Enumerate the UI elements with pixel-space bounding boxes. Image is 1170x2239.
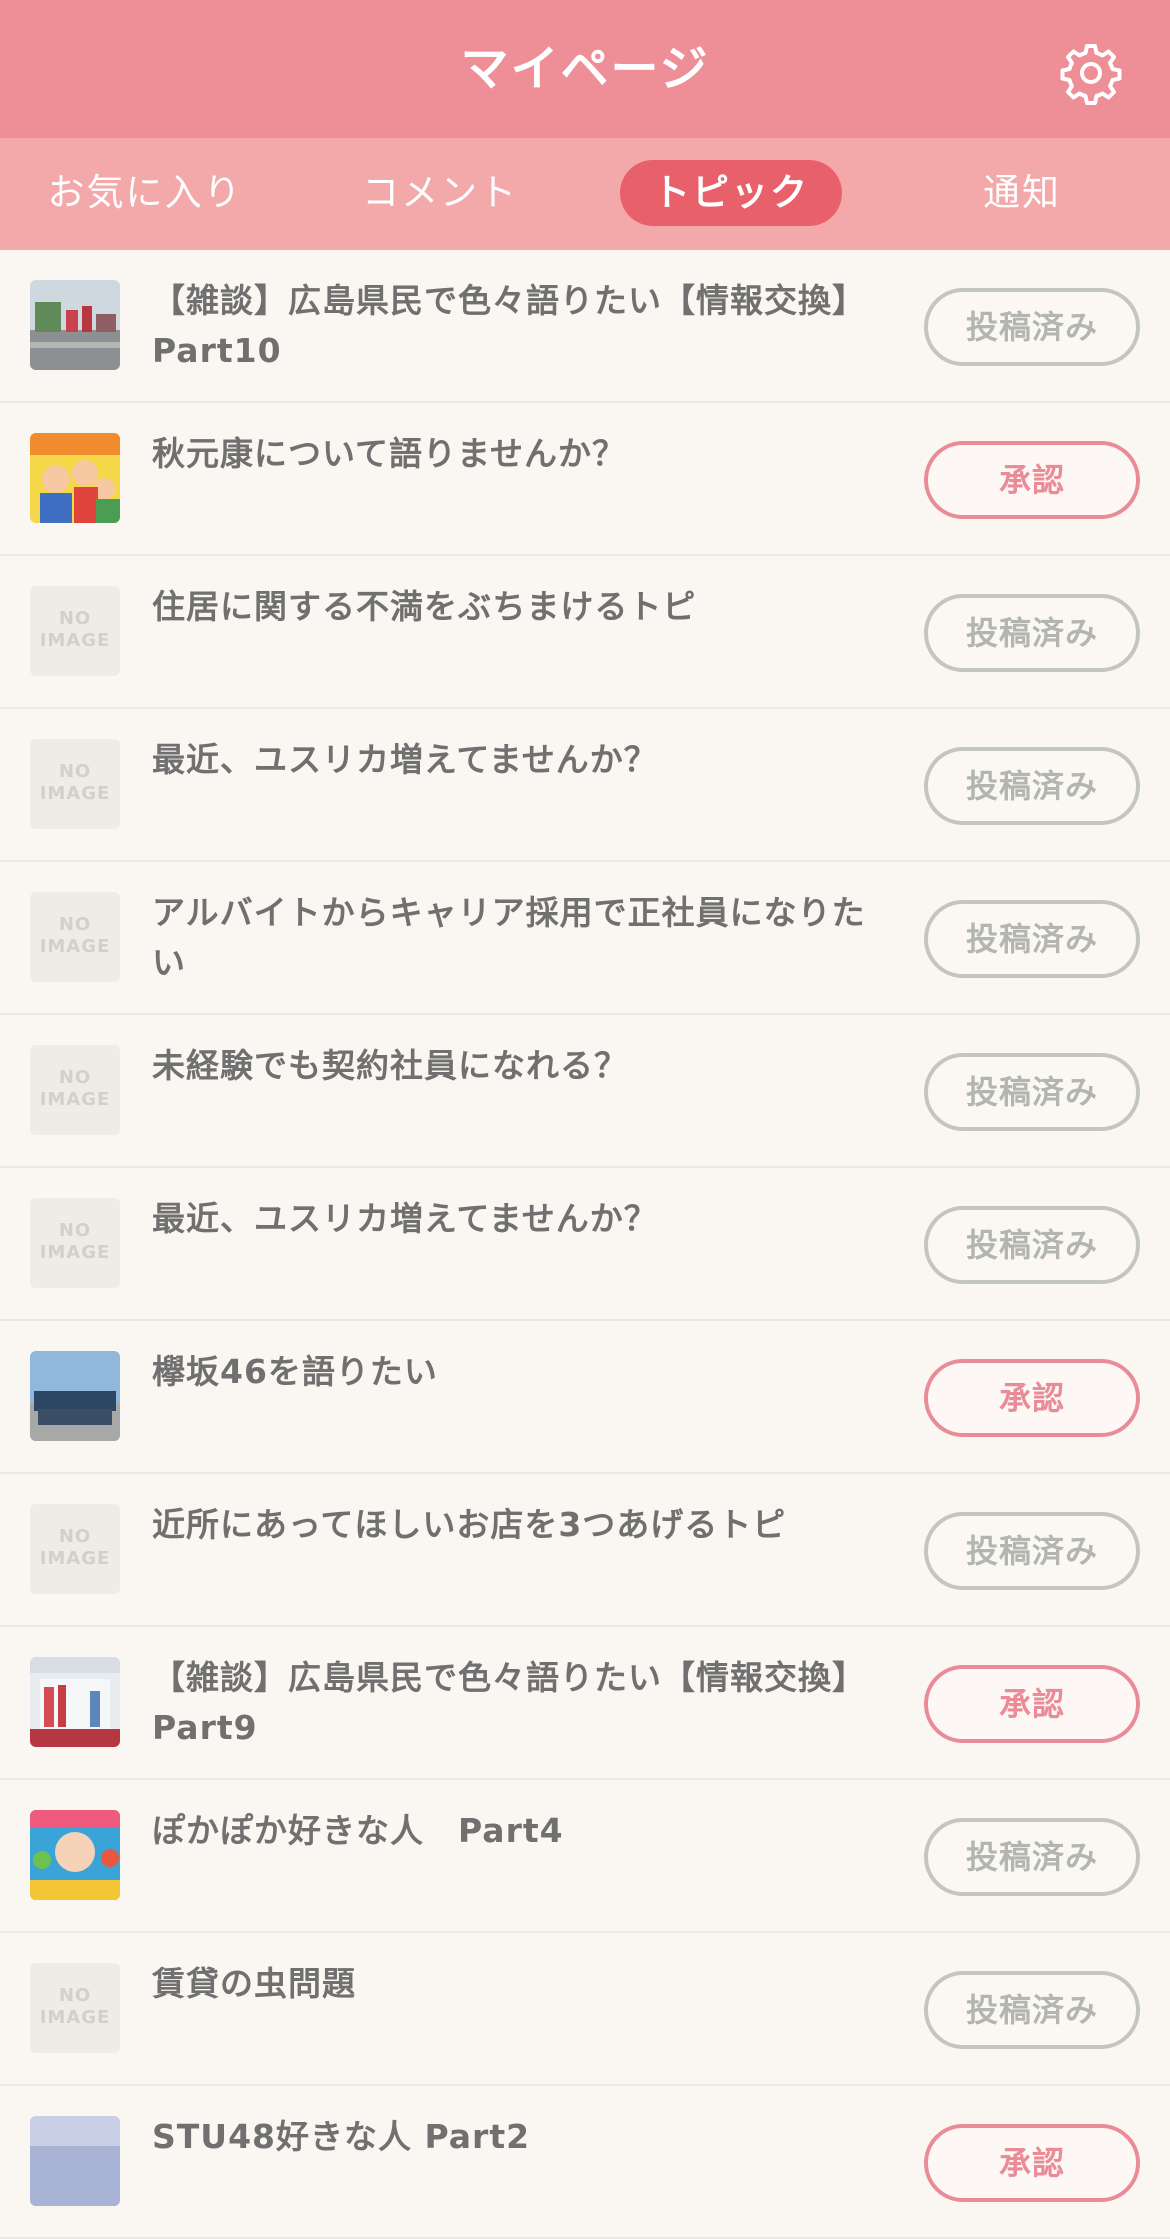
topic-title[interactable]: 住居に関する不満をぶちまけるトピ <box>152 582 882 632</box>
list-item[interactable]: NO IMAGE 住居に関する不満をぶちまけるトピ 投稿済み <box>0 556 1170 709</box>
no-image-placeholder: NO IMAGE <box>30 892 120 982</box>
approved-status-button[interactable]: 承認 <box>924 441 1140 519</box>
approved-status-button[interactable]: 承認 <box>924 2124 1140 2202</box>
no-image-placeholder: NO IMAGE <box>30 1045 120 1135</box>
topic-title[interactable]: ぽかぽか好きな人 Part4 <box>152 1806 882 1856</box>
no-image-line1: NO <box>58 1985 92 2006</box>
no-image-line2: IMAGE <box>39 2007 111 2028</box>
posted-status-button[interactable]: 投稿済み <box>924 1512 1140 1590</box>
app-header: マイページ <box>0 0 1170 138</box>
topic-thumbnail <box>30 280 120 370</box>
page-title: マイページ <box>460 41 710 97</box>
no-image-line1: NO <box>58 608 92 629</box>
list-item[interactable]: 欅坂46を語りたい 承認 <box>0 1321 1170 1474</box>
no-image-line1: NO <box>58 761 92 782</box>
no-image-placeholder: NO IMAGE <box>30 1504 120 1594</box>
no-image-line2: IMAGE <box>39 1089 111 1110</box>
posted-status-button[interactable]: 投稿済み <box>924 288 1140 366</box>
no-image-line1: NO <box>58 1526 92 1547</box>
no-image-line2: IMAGE <box>39 1242 111 1263</box>
list-item[interactable]: NO IMAGE アルバイトからキャリア採用で正社員になりたい 投稿済み <box>0 862 1170 1015</box>
list-item[interactable]: 秋元康について語りませんか？ 承認 <box>0 403 1170 556</box>
no-image-line2: IMAGE <box>39 630 111 651</box>
list-item[interactable]: NO IMAGE 最近、ユスリカ増えてませんか？ 投稿済み <box>0 709 1170 862</box>
no-image-placeholder: NO IMAGE <box>30 586 120 676</box>
topic-title[interactable]: 未経験でも契約社員になれる？ <box>152 1041 882 1091</box>
list-item[interactable]: NO IMAGE 最近、ユスリカ増えてませんか？ 投稿済み <box>0 1168 1170 1321</box>
topic-title[interactable]: 賃貸の虫問題 <box>152 1959 882 2009</box>
topic-title[interactable]: STU48好きな人 Part2 <box>152 2112 882 2162</box>
posted-status-button[interactable]: 投稿済み <box>924 747 1140 825</box>
no-image-line1: NO <box>58 1067 92 1088</box>
topic-title[interactable]: 【雑談】広島県民で色々語りたい【情報交換】Part9 <box>152 1653 882 1753</box>
topic-thumbnail <box>30 433 120 523</box>
topic-title[interactable]: 近所にあってほしいお店を3つあげるトピ <box>152 1500 882 1550</box>
list-item[interactable]: 【雑談】広島県民で色々語りたい【情報交換】Part9 承認 <box>0 1627 1170 1780</box>
list-item[interactable]: NO IMAGE 近所にあってほしいお店を3つあげるトピ 投稿済み <box>0 1474 1170 1627</box>
tab-favorites[interactable]: お気に入り <box>40 160 250 226</box>
tab-topics[interactable]: トピック <box>620 160 842 226</box>
topic-thumbnail <box>30 1351 120 1441</box>
approved-status-button[interactable]: 承認 <box>924 1665 1140 1743</box>
list-item[interactable]: 【雑談】広島県民で色々語りたい【情報交換】Part10 投稿済み <box>0 250 1170 403</box>
topic-title[interactable]: 最近、ユスリカ増えてませんか？ <box>152 1194 882 1244</box>
list-item[interactable]: ぽかぽか好きな人 Part4 投稿済み <box>0 1780 1170 1933</box>
no-image-line2: IMAGE <box>39 783 111 804</box>
posted-status-button[interactable]: 投稿済み <box>924 594 1140 672</box>
list-item[interactable]: NO IMAGE 未経験でも契約社員になれる？ 投稿済み <box>0 1015 1170 1168</box>
no-image-line2: IMAGE <box>39 936 111 957</box>
posted-status-button[interactable]: 投稿済み <box>924 900 1140 978</box>
topic-title[interactable]: 【雑談】広島県民で色々語りたい【情報交換】Part10 <box>152 276 882 376</box>
approved-status-button[interactable]: 承認 <box>924 1359 1140 1437</box>
topic-title[interactable]: 最近、ユスリカ増えてませんか？ <box>152 735 882 785</box>
posted-status-button[interactable]: 投稿済み <box>924 1206 1140 1284</box>
topic-title[interactable]: 欅坂46を語りたい <box>152 1347 882 1397</box>
gear-icon[interactable] <box>1058 40 1124 106</box>
topic-title[interactable]: 秋元康について語りませんか？ <box>152 429 882 479</box>
posted-status-button[interactable]: 投稿済み <box>924 1818 1140 1896</box>
topic-thumbnail <box>30 2116 120 2206</box>
topic-thumbnail <box>30 1810 120 1900</box>
tab-notifications[interactable]: 通知 <box>962 160 1082 226</box>
topic-thumbnail <box>30 1657 120 1747</box>
posted-status-button[interactable]: 投稿済み <box>924 1053 1140 1131</box>
posted-status-button[interactable]: 投稿済み <box>924 1971 1140 2049</box>
no-image-line2: IMAGE <box>39 1548 111 1569</box>
list-item[interactable]: NO IMAGE 賃貸の虫問題 投稿済み <box>0 1933 1170 2086</box>
no-image-placeholder: NO IMAGE <box>30 1963 120 2053</box>
list-item[interactable]: STU48好きな人 Part2 承認 <box>0 2086 1170 2239</box>
no-image-line1: NO <box>58 1220 92 1241</box>
no-image-line1: NO <box>58 914 92 935</box>
no-image-placeholder: NO IMAGE <box>30 1198 120 1288</box>
tab-bar: お気に入り コメント トピック 通知 <box>0 138 1170 250</box>
tab-comments[interactable]: コメント <box>350 160 530 226</box>
topic-title[interactable]: アルバイトからキャリア採用で正社員になりたい <box>152 888 882 988</box>
no-image-placeholder: NO IMAGE <box>30 739 120 829</box>
